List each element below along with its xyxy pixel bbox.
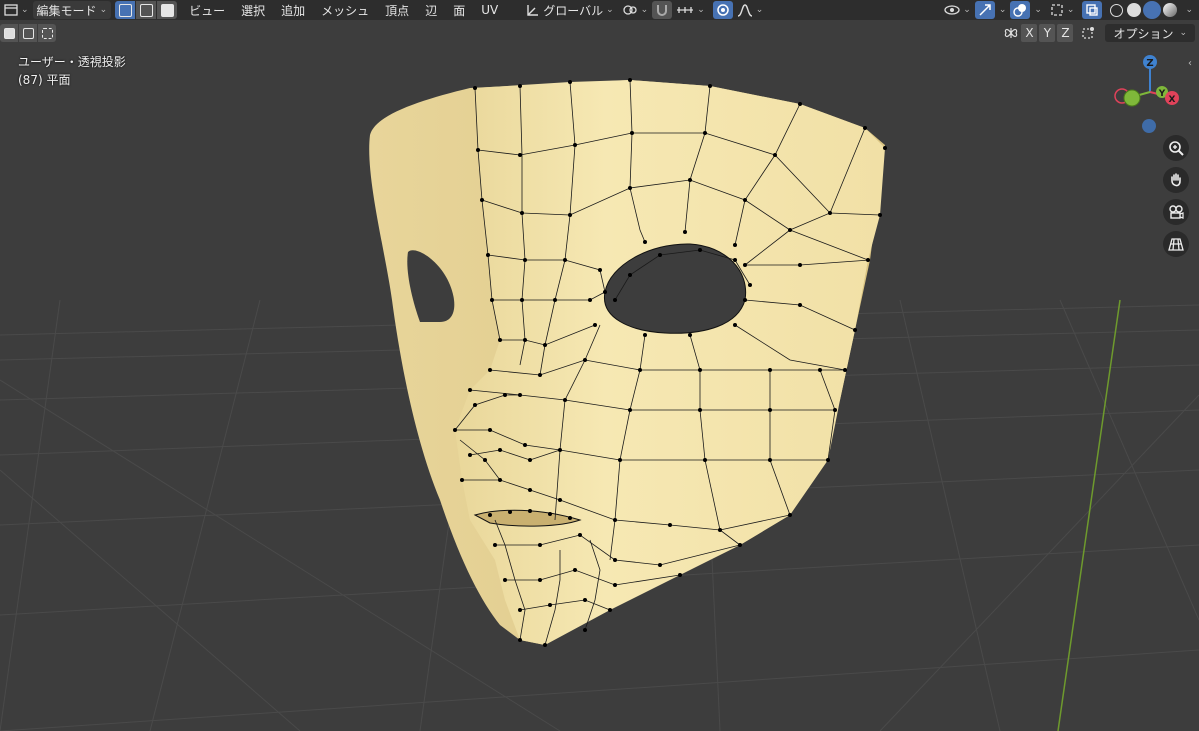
menu-mesh[interactable]: メッシュ xyxy=(313,2,377,19)
overlay-icon xyxy=(1013,4,1027,17)
editor-type-icon xyxy=(4,4,18,16)
falloff-curve-icon xyxy=(737,4,752,17)
solid-shading-icon[interactable] xyxy=(1127,3,1142,17)
select-subtract-icon xyxy=(41,27,53,39)
proportional-edit-icon xyxy=(717,4,729,16)
menu-add[interactable]: 追加 xyxy=(273,2,313,19)
chevron-down-icon: ⌄ xyxy=(963,5,971,15)
chevron-down-icon[interactable]: ⌄ xyxy=(1185,5,1193,15)
snap-target-select[interactable]: ⌄ xyxy=(672,1,709,19)
menu-edge[interactable]: 辺 xyxy=(417,2,445,19)
camera-icon xyxy=(1169,205,1184,219)
overlay-toggle[interactable] xyxy=(1010,1,1031,19)
neg-z-axis-handle[interactable] xyxy=(1142,119,1156,133)
pivot-point-select[interactable]: ⌄ xyxy=(618,1,653,19)
xray-icon xyxy=(1086,4,1099,16)
mirror-y-button[interactable]: Y xyxy=(1039,24,1056,42)
vertex-select-icon xyxy=(118,3,132,17)
chevron-down-icon: ⌄ xyxy=(99,5,108,15)
pivot-icon xyxy=(623,5,637,15)
blender-app: ⌄ 編集モード ⌄ ビュー 選択 追加 メッシュ 頂点 辺 面 UV グローバル… xyxy=(0,0,1199,731)
chevron-down-icon: ⌄ xyxy=(606,5,614,15)
sidebar-toggle-icon[interactable]: ‹ xyxy=(1188,58,1192,69)
y-axis-line xyxy=(1057,299,1121,731)
face-select-icon xyxy=(160,3,174,17)
rendered-shading-icon[interactable] xyxy=(1163,3,1178,17)
mode-select[interactable]: 編集モード ⌄ xyxy=(32,1,112,19)
viewport-info: ユーザー・透視投影 (87) 平面 xyxy=(18,53,126,89)
chevron-down-icon: ⌄ xyxy=(640,5,649,15)
transform-orientation-select[interactable]: グローバル ⌄ xyxy=(522,1,617,19)
orientation-icon xyxy=(527,5,539,16)
chevron-down-icon: ⌄ xyxy=(697,5,705,15)
pan-button[interactable] xyxy=(1163,167,1189,193)
x-axis-label: X xyxy=(1169,95,1176,105)
transform-orientation-label: グローバル xyxy=(543,3,604,18)
options-dropdown[interactable]: オプション ⌄ xyxy=(1105,24,1195,42)
xray-toggle[interactable] xyxy=(1082,1,1103,19)
camera-view-button[interactable] xyxy=(1163,199,1189,225)
mesh-edit-overlay-select[interactable]: ⌄ xyxy=(1046,1,1079,19)
chevron-down-icon: ⌄ xyxy=(755,5,764,15)
projection-toggle-button[interactable] xyxy=(1163,231,1189,257)
selection-mode-tools xyxy=(0,24,56,42)
mirror-options: X Y Z オプション ⌄ xyxy=(1003,23,1195,43)
shading-modes xyxy=(1108,3,1179,17)
snap-toggle[interactable] xyxy=(652,1,673,19)
editor-type-button[interactable]: ⌄ xyxy=(0,1,33,19)
edge-select-button[interactable] xyxy=(136,1,158,19)
chevron-down-icon: ⌄ xyxy=(21,5,29,15)
eye-icon xyxy=(944,5,960,15)
chevron-down-icon: ⌄ xyxy=(1066,5,1075,15)
visibility-select[interactable]: ⌄ xyxy=(940,1,975,19)
menu-select[interactable]: 選択 xyxy=(233,2,273,19)
menu-vertex[interactable]: 頂点 xyxy=(377,2,417,19)
select-extend-icon xyxy=(22,27,34,39)
options-label: オプション xyxy=(1113,26,1174,41)
select-new-icon xyxy=(3,27,15,39)
mirror-x-button[interactable]: X xyxy=(1021,24,1038,42)
viewport-header: ⌄ 編集モード ⌄ ビュー 選択 追加 メッシュ 頂点 辺 面 UV グローバル… xyxy=(0,0,1199,20)
3d-viewport[interactable] xyxy=(0,0,1199,731)
mesh-overlay-icon xyxy=(1051,4,1063,16)
falloff-select[interactable]: ⌄ xyxy=(733,1,768,19)
face-select-button[interactable] xyxy=(157,1,178,19)
edge-select-icon xyxy=(139,3,153,17)
gizmo-icon xyxy=(979,4,991,16)
y-axis-label: Y xyxy=(1158,89,1166,99)
select-mode-toggle xyxy=(115,1,178,19)
object-info-label: (87) 平面 xyxy=(18,73,71,87)
proportional-edit-toggle[interactable] xyxy=(712,1,733,19)
menu-view[interactable]: ビュー xyxy=(181,2,233,19)
auto-merge-icon[interactable] xyxy=(1079,25,1097,41)
hand-icon xyxy=(1171,173,1181,187)
chevron-down-icon[interactable]: ⌄ xyxy=(999,5,1007,15)
butterfly-mirror-icon xyxy=(1005,28,1018,38)
material-preview-icon[interactable] xyxy=(1145,3,1160,17)
vertex-select-button[interactable] xyxy=(115,1,137,19)
mask-front xyxy=(455,80,885,645)
z-axis-label: Z xyxy=(1146,58,1153,69)
view-name-label: ユーザー・透視投影 xyxy=(18,55,126,69)
gizmo-toggle[interactable] xyxy=(974,1,995,19)
zoom-icon xyxy=(1169,141,1184,156)
subtract-selection-button[interactable] xyxy=(38,24,56,42)
extend-selection-button[interactable] xyxy=(19,24,38,42)
viewport-nav-buttons xyxy=(1163,135,1189,257)
wireframe-shading-icon[interactable] xyxy=(1110,3,1124,17)
perspective-grid-icon xyxy=(1168,238,1184,251)
neg-y-axis-handle[interactable] xyxy=(1123,89,1141,107)
menu-face[interactable]: 面 xyxy=(445,2,473,19)
menu-uv[interactable]: UV xyxy=(473,3,506,17)
new-selection-button[interactable] xyxy=(0,24,19,42)
mirror-z-button[interactable]: Z xyxy=(1057,24,1074,42)
mode-select-label: 編集モード xyxy=(36,3,97,18)
chevron-down-icon[interactable]: ⌄ xyxy=(1034,5,1042,15)
navigation-gizmo[interactable]: Z Y X xyxy=(1110,52,1190,142)
snap-increment-icon xyxy=(677,7,694,13)
chevron-down-icon: ⌄ xyxy=(1179,28,1187,38)
zoom-button[interactable] xyxy=(1163,135,1189,161)
magnet-icon xyxy=(657,5,668,16)
